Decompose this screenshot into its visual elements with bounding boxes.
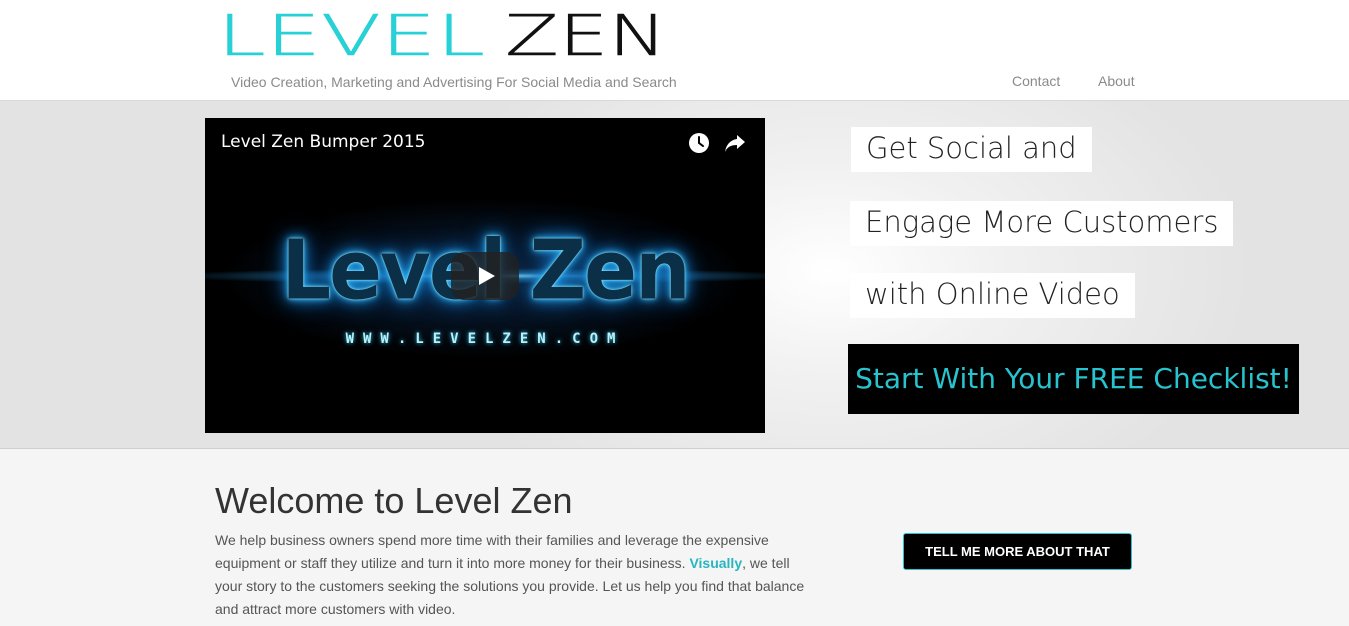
site-logo[interactable]: LEVEL ZEN	[217, 10, 677, 62]
free-checklist-button[interactable]: Start With Your FREE Checklist!	[848, 344, 1299, 414]
welcome-title: Welcome to Level Zen	[215, 480, 573, 521]
hero-section: Level Zen WWW.LEVELZEN.COM Level Zen Bum…	[0, 101, 1349, 449]
watch-later-icon[interactable]	[688, 132, 710, 159]
visually-link[interactable]: Visually	[689, 555, 742, 571]
video-url-text: WWW.LEVELZEN.COM	[345, 331, 625, 347]
play-button[interactable]	[451, 252, 519, 300]
video-player[interactable]: Level Zen WWW.LEVELZEN.COM Level Zen Bum…	[205, 118, 765, 433]
site-tagline: Video Creation, Marketing and Advertisin…	[231, 74, 677, 90]
nav-contact-link[interactable]: Contact	[1012, 73, 1060, 89]
hero-line-1: Get Social and	[851, 127, 1092, 172]
video-title[interactable]: Level Zen Bumper 2015	[221, 132, 425, 152]
site-header: LEVEL ZEN Video Creation, Marketing and …	[0, 0, 1349, 101]
welcome-section: Welcome to Level Zen We help business ow…	[0, 449, 1349, 626]
nav-about-link[interactable]: About	[1098, 73, 1135, 89]
play-icon	[479, 267, 495, 285]
logo-level-text: LEVEL	[217, 10, 485, 62]
logo-zen-text: ZEN	[505, 10, 667, 62]
hero-line-2: Engage More Customers	[850, 201, 1234, 246]
welcome-text-before: We help business owners spend more time …	[215, 532, 769, 571]
logo-graphic: LEVEL ZEN	[217, 10, 667, 62]
share-icon[interactable]	[723, 132, 747, 159]
hero-line-3: with Online Video	[850, 273, 1135, 318]
welcome-text: We help business owners spend more time …	[215, 529, 815, 621]
tell-me-more-button[interactable]: TELL ME MORE ABOUT THAT	[903, 533, 1132, 570]
